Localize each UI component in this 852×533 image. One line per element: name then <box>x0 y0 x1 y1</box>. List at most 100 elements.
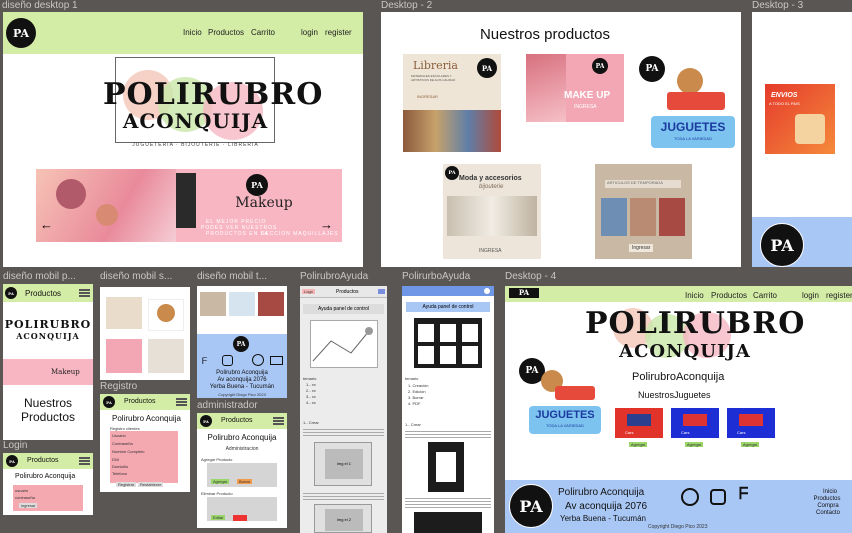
login-logo[interactable]: PA <box>6 455 18 467</box>
libreria-cta[interactable]: INGRESAR <box>417 94 438 99</box>
registro-field-contrasena[interactable]: Contraseña <box>112 441 133 446</box>
ayuda2-item2[interactable]: 2. Edición <box>408 389 426 394</box>
banner-next-arrow-icon[interactable]: → <box>320 217 333 232</box>
card-makeup[interactable]: MAKE UP INGRESA PA <box>526 54 624 122</box>
ayuda1-menu-icon[interactable] <box>378 289 385 294</box>
footer-link-contacto[interactable]: Contacto <box>811 510 845 516</box>
desktop4-nav-inicio[interactable]: Inicio <box>685 291 704 300</box>
ayuda1-item2[interactable]: 2.- xx <box>306 388 316 393</box>
toy-card-3-add-button[interactable]: Agregar <box>741 442 760 447</box>
frame-label-desktop3[interactable]: Desktop - 3 <box>752 0 803 11</box>
card-temporada[interactable]: ARTICULOS DE TEMPORADA Ingresar <box>595 164 692 259</box>
mobil-t-card2[interactable] <box>229 292 255 316</box>
ayuda2-item3[interactable]: 3. Borrar <box>408 395 424 400</box>
ayuda1-item1[interactable]: 1.- xx <box>306 382 316 387</box>
makeup-cta[interactable]: INGRESA <box>574 104 597 110</box>
nav-productos[interactable]: Productos <box>208 28 244 37</box>
frame-label-ayuda2[interactable]: PolirurboAyuda <box>402 271 470 282</box>
brand-logo[interactable]: PA <box>6 18 36 48</box>
frame-desktop1: PA Inicio Productos Carrito login regist… <box>3 12 363 267</box>
mobil-t-card3[interactable] <box>258 292 284 316</box>
card-juguetes[interactable]: PA JUGUETES TODA LA VARIEDAD <box>637 54 737 160</box>
ayuda2-item4[interactable]: 4. PDF <box>408 401 420 406</box>
frame-label-ayuda1[interactable]: PolirubroAyuda <box>300 271 368 282</box>
admin-logo[interactable]: PA <box>200 415 212 427</box>
admin-edit-button[interactable]: Editar <box>211 515 226 520</box>
toy-card-2[interactable]: Cars <box>671 408 719 438</box>
facebook-icon[interactable]: ᖴ <box>202 356 207 367</box>
mobil-s-card3[interactable] <box>106 339 142 373</box>
nav-inicio[interactable]: Inicio <box>183 28 202 37</box>
toy-card-1-add-button[interactable]: Agregar <box>629 442 648 447</box>
login-form: usuario contraseña ingresar <box>13 485 83 511</box>
nav-register[interactable]: register <box>325 28 352 37</box>
mobil-s-card2[interactable] <box>148 299 184 331</box>
moda-cta[interactable]: INGRESA <box>479 248 502 254</box>
footer-link-inicio[interactable]: Inicio <box>817 489 843 495</box>
registro-field-nombre[interactable]: Nombre Completo <box>112 449 144 454</box>
login-submit-button[interactable]: ingresar <box>19 503 38 508</box>
registro-field-dni[interactable]: DNI <box>112 457 119 462</box>
frame-desktop2: Nuestros productos Libreria MATERIALES E… <box>381 12 741 267</box>
admin-delete-button[interactable] <box>233 515 247 521</box>
registro-field-domicilio[interactable]: Domicilio <box>112 464 128 469</box>
mobil-p-banner[interactable]: Makeup <box>3 359 93 385</box>
login-menu-icon[interactable] <box>79 457 90 465</box>
card-moda[interactable]: PA Moda y accesorios bijouterie INGRESA <box>443 164 541 259</box>
registro-menu-icon[interactable] <box>176 398 187 406</box>
registro-field-usuario[interactable]: Usuario <box>112 433 126 438</box>
desktop4-whatsapp-icon[interactable] <box>681 488 699 506</box>
envios-promo[interactable]: ENVIOS A TODO EL PAIS <box>765 84 835 154</box>
instagram-icon[interactable] <box>222 355 233 366</box>
frame-label-mobil-p[interactable]: diseño mobil p... <box>3 271 76 282</box>
whatsapp-icon[interactable] <box>252 354 264 366</box>
ayuda2-item1[interactable]: 1. Creación <box>408 383 428 388</box>
mobil-t-card1[interactable] <box>200 292 226 316</box>
login-pass-field[interactable]: contraseña <box>15 495 35 500</box>
ayuda1-logo[interactable]: Logo <box>302 289 315 294</box>
footer-link-compra[interactable]: Compra <box>813 503 843 509</box>
frame-label-mobil-s[interactable]: diseño mobil s... <box>100 271 172 282</box>
frame-label-mobil-t[interactable]: diseño mobil t... <box>197 271 267 282</box>
desktop4-nav-carrito[interactable]: Carrito <box>753 291 777 300</box>
desktop4-facebook-icon[interactable]: ᖴ <box>739 486 748 504</box>
mobil-p-logo[interactable]: PA <box>5 287 17 299</box>
banner-prev-arrow-icon[interactable]: ← <box>40 217 53 232</box>
ayuda2-user-icon[interactable] <box>484 288 490 294</box>
admin-menu-icon[interactable] <box>273 417 284 425</box>
frame-label-registro[interactable]: Registro <box>100 381 137 392</box>
registro-submit-button[interactable]: Registrar <box>116 482 137 487</box>
frame-label-administrador[interactable]: administrador <box>197 400 258 411</box>
mobil-s-card4[interactable] <box>148 339 184 373</box>
ayuda1-item4[interactable]: 4.- xx <box>306 400 316 405</box>
admin-add-button[interactable]: Agregar <box>211 479 230 484</box>
desktop4-nav-productos[interactable]: Productos <box>711 291 747 300</box>
ayuda1-item3[interactable]: 3.- xx <box>306 394 316 399</box>
makeup-banner[interactable]: PA Makeup EL MEJOR PRECIO PODES VER NUES… <box>36 169 342 242</box>
registro-logo[interactable]: PA <box>103 396 115 408</box>
frame-label-desktop2[interactable]: Desktop - 2 <box>381 0 432 11</box>
temporada-cta[interactable]: Ingresar <box>629 244 654 252</box>
mail-icon[interactable] <box>270 356 283 365</box>
registro-field-telefono[interactable]: Telefono <box>112 471 127 476</box>
frame-label-login[interactable]: Login <box>3 440 27 451</box>
footer-link-productos[interactable]: Productos <box>810 496 844 502</box>
frame-label-desktop4[interactable]: Desktop - 4 <box>505 271 556 282</box>
mobil-s-card1[interactable] <box>106 297 142 329</box>
nav-login[interactable]: login <box>301 28 318 37</box>
registro-reset-button[interactable]: Restablecer <box>138 482 164 487</box>
toy-card-2-add-button[interactable]: Agregar <box>685 442 704 447</box>
admin-header-title: Productos <box>221 417 253 424</box>
desktop4-instagram-icon[interactable] <box>710 489 726 505</box>
admin-clear-button[interactable]: Borrar <box>237 479 253 484</box>
card-libreria[interactable]: Libreria MATERIALES ESCOLARES Y ARTISTIC… <box>403 54 501 152</box>
hamburger-menu-icon[interactable] <box>79 289 90 297</box>
nav-carrito[interactable]: Carrito <box>251 28 275 37</box>
frame-label-desktop1[interactable]: diseño desktop 1 <box>2 0 78 11</box>
desktop4-logo[interactable]: PA <box>509 288 539 298</box>
login-user-field[interactable]: usuario <box>15 488 28 493</box>
toy-card-3[interactable]: Cars <box>727 408 775 438</box>
desktop4-nav-login[interactable]: login <box>802 291 819 300</box>
toy-card-1[interactable]: Cars <box>615 408 663 438</box>
desktop4-nav-register[interactable]: register <box>826 291 852 300</box>
